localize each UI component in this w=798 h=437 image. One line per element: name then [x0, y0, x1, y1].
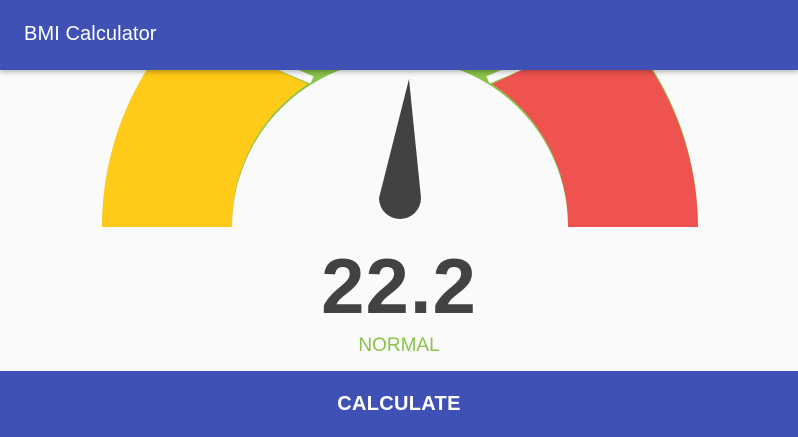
calculate-button[interactable]: CALCULATE — [0, 371, 798, 437]
app-title: BMI Calculator — [24, 23, 157, 45]
gauge-needle-icon — [379, 79, 421, 219]
bmi-value: 22.2 — [321, 242, 477, 330]
bmi-category: NORMAL — [358, 335, 440, 356]
bmi-calculator-screen: BMI Calculator 22.2 NORMAL CALCULATE — [0, 0, 798, 437]
app-bar: BMI Calculator — [0, 0, 798, 70]
